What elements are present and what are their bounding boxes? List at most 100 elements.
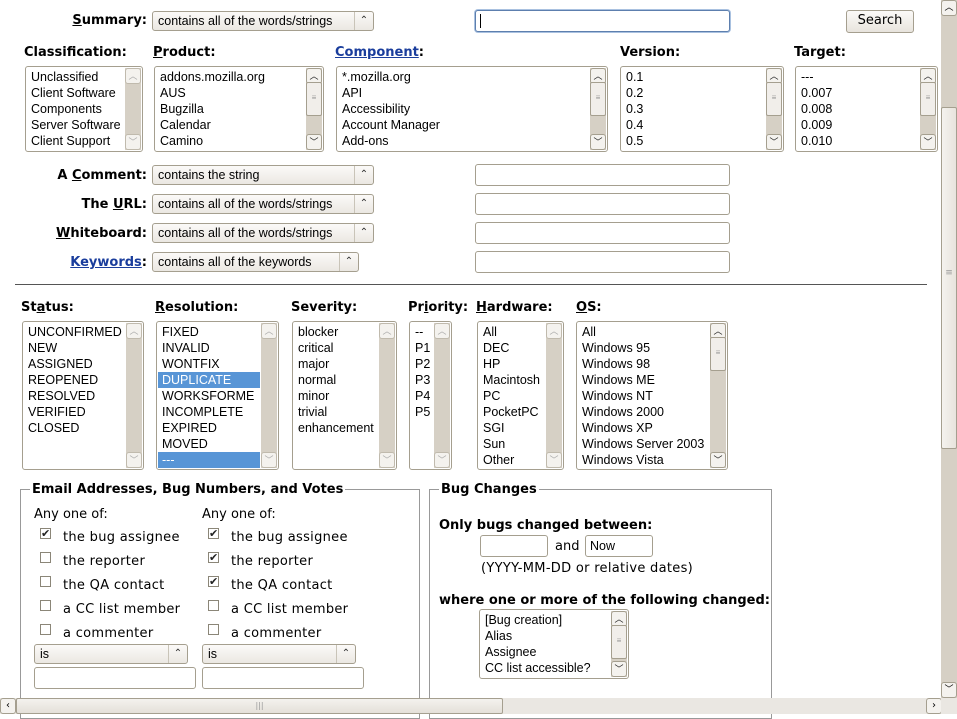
list-option[interactable]: 0.010 [797,133,919,149]
list-option[interactable]: --- [158,452,260,468]
page-vertical-scrollbar[interactable]: ︿ ≡ ﹀ [941,0,957,698]
list-option[interactable]: MOVED [158,436,260,452]
list-option[interactable]: trivial [294,404,378,420]
scrollbar[interactable]: ︿ ﹀ [434,323,450,468]
list-option[interactable]: Unclassified [27,69,124,85]
component-help-link[interactable]: Component [335,45,419,60]
changed-fields-list[interactable]: [Bug creation] Alias Assignee CC list acces… [479,609,629,679]
whiteboard-input[interactable] [475,222,730,244]
list-option[interactable]: -- [411,324,433,340]
list-option[interactable]: UNCONFIRMED [24,324,125,340]
list-option[interactable]: [Bug creation] [481,612,610,628]
list-option[interactable]: Add-ons [338,133,589,149]
list-option[interactable]: VERIFIED [24,404,125,420]
list-option[interactable]: P3 [411,372,433,388]
list-option[interactable]: Windows Vista [578,452,709,468]
list-option[interactable]: addons.mozilla.org [156,69,305,85]
list-option[interactable]: WONTFIX [158,356,260,372]
list-option[interactable]: Windows 98 [578,356,709,372]
list-option[interactable]: 0.1 [622,69,765,85]
checkbox[interactable] [40,576,51,587]
email-operator-select[interactable]: is ⌃ [202,644,356,664]
list-option[interactable]: HP [479,356,545,372]
scroll-thumb[interactable]: ≡ [941,107,957,449]
priority-list[interactable]: -- P1 P2 P3 P4 P5 ︿ ﹀ [409,321,452,470]
search-button[interactable]: Search [846,10,914,33]
url-operator-select[interactable]: contains all of the words/strings ⌃ [152,194,374,214]
checkbox-label[interactable]: a commenter [63,626,154,641]
list-option[interactable]: normal [294,372,378,388]
checkbox-label[interactable]: the reporter [63,554,145,569]
list-option[interactable]: Macintosh [479,372,545,388]
checkbox[interactable]: ✔ [208,576,219,587]
list-option[interactable]: Windows 95 [578,340,709,356]
changed-to-input[interactable]: Now [585,535,653,557]
list-option[interactable]: Windows XP [578,420,709,436]
list-option[interactable]: Accessibility [338,101,589,117]
scrollbar[interactable]: ︿ ≡ ﹀ [590,68,606,150]
list-option[interactable]: 0.009 [797,117,919,133]
whiteboard-operator-select[interactable]: contains all of the words/strings ⌃ [152,223,374,243]
url-input[interactable] [475,193,730,215]
list-option[interactable]: FIXED [158,324,260,340]
list-option[interactable]: AUS [156,85,305,101]
list-option[interactable]: DUPLICATE [158,372,260,388]
list-option[interactable]: Assignee [481,644,610,660]
list-option[interactable]: P4 [411,388,433,404]
list-option[interactable]: 0.3 [622,101,765,117]
resolution-list[interactable]: FIXED INVALID WONTFIX DUPLICATE WORKSFORME IN… [156,321,279,470]
list-option[interactable]: All [479,324,545,340]
checkbox-label[interactable]: the QA contact [63,578,165,593]
list-option[interactable]: Windows Server 2003 [578,436,709,452]
scroll-up-button[interactable]: ︿ [941,0,957,16]
list-option[interactable]: 0.5 [622,133,765,149]
list-option[interactable]: CC list accessible? [481,660,610,676]
scrollbar[interactable]: ︿ ≡ ﹀ [766,68,782,150]
keywords-operator-select[interactable]: contains all of the keywords ⌃ [152,252,359,272]
scrollbar[interactable]: ︿ ﹀ [261,323,277,468]
list-option[interactable]: major [294,356,378,372]
list-option[interactable]: blocker [294,324,378,340]
target-list[interactable]: --- 0.007 0.008 0.009 0.010 ︿ ≡ ﹀ [795,66,938,152]
list-option[interactable]: DEC [479,340,545,356]
page-horizontal-scrollbar[interactable]: ‹ ||| › [0,698,942,714]
list-option[interactable]: Calendar [156,117,305,133]
list-option[interactable]: critical [294,340,378,356]
keywords-help-link[interactable]: Keywords [70,255,142,270]
list-option[interactable]: PC [479,388,545,404]
list-option[interactable]: Account Manager [338,117,589,133]
email-input[interactable] [34,667,196,689]
list-option[interactable]: Client Support [27,133,124,149]
scrollbar[interactable]: ︿ ﹀ [126,323,142,468]
severity-list[interactable]: blocker critical major normal minor trivial en… [292,321,397,470]
scrollbar[interactable]: ︿ ≡ ﹀ [710,323,726,468]
checkbox[interactable] [40,600,51,611]
list-option[interactable]: --- [797,69,919,85]
scroll-thumb[interactable]: ||| [16,698,503,714]
list-option[interactable]: API [338,85,589,101]
list-option[interactable]: INCOMPLETE [158,404,260,420]
list-option[interactable]: 0.2 [622,85,765,101]
checkbox[interactable] [40,552,51,563]
checkbox-label[interactable]: a CC list member [231,602,348,617]
list-option[interactable]: NEW [24,340,125,356]
list-option[interactable]: P5 [411,404,433,420]
list-option[interactable]: PocketPC [479,404,545,420]
list-option[interactable]: REOPENED [24,372,125,388]
list-option[interactable]: Windows 2000 [578,404,709,420]
list-option[interactable]: Bugzilla [156,101,305,117]
checkbox[interactable] [208,600,219,611]
list-option[interactable]: P1 [411,340,433,356]
checkbox[interactable]: ✔ [40,528,51,539]
scrollbar[interactable]: ︿ ≡ ﹀ [611,611,627,677]
checkbox-label[interactable]: the bug assignee [231,530,348,545]
list-option[interactable]: Alias [481,628,610,644]
checkbox[interactable] [208,624,219,635]
changed-from-input[interactable] [480,535,548,557]
email-input[interactable] [202,667,364,689]
list-option[interactable]: All [578,324,709,340]
list-option[interactable]: Components [27,101,124,117]
list-option[interactable]: WORKSFORME [158,388,260,404]
scrollbar[interactable]: ︿ ﹀ [125,68,141,150]
scroll-down-button[interactable]: ﹀ [941,682,957,698]
